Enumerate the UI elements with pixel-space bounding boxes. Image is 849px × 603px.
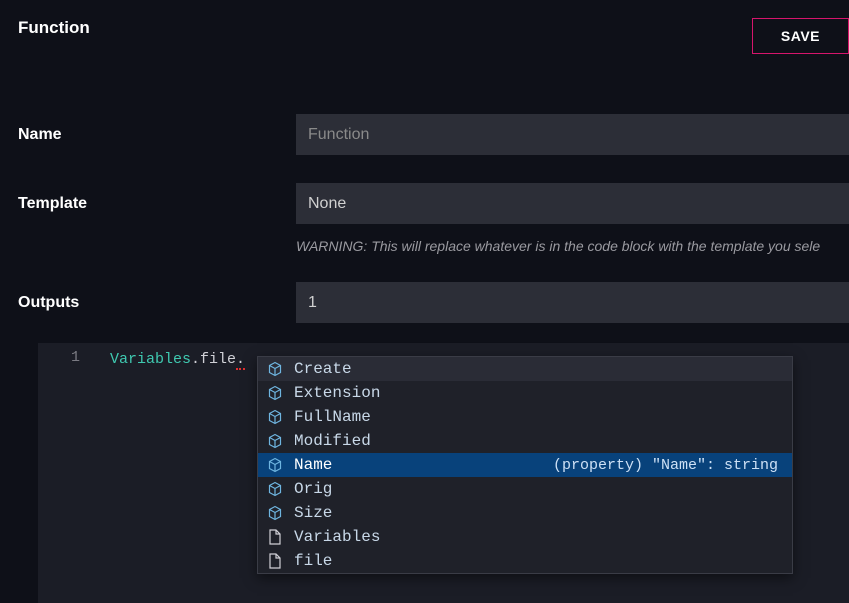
- autocomplete-item-detail: (property) "Name": string: [553, 457, 784, 474]
- cube-icon: [266, 432, 284, 450]
- token-variables: Variables: [110, 351, 191, 368]
- autocomplete-item-label: Modified: [294, 432, 371, 450]
- label-template: Template: [18, 195, 296, 213]
- row-template: Template None: [0, 183, 849, 224]
- autocomplete-item-label: Create: [294, 360, 352, 378]
- autocomplete-item-extension[interactable]: Extension: [258, 381, 792, 405]
- label-outputs: Outputs: [18, 294, 296, 312]
- cube-icon: [266, 384, 284, 402]
- file-icon: [266, 552, 284, 570]
- page-title: Function: [18, 18, 90, 38]
- autocomplete-item-label: Size: [294, 504, 332, 522]
- file-icon: [266, 528, 284, 546]
- autocomplete-item-label: Extension: [294, 384, 380, 402]
- label-name: Name: [18, 126, 296, 144]
- template-select[interactable]: None: [296, 183, 849, 224]
- name-input[interactable]: [296, 114, 849, 155]
- cube-icon: [266, 456, 284, 474]
- template-warning: WARNING: This will replace whatever is i…: [296, 238, 849, 254]
- outputs-input[interactable]: [296, 282, 849, 323]
- autocomplete-item-modified[interactable]: Modified: [258, 429, 792, 453]
- row-outputs: Outputs: [0, 282, 849, 323]
- token-dot-2: .: [236, 351, 245, 370]
- header: Function SAVE: [0, 0, 849, 54]
- autocomplete-item-label: FullName: [294, 408, 371, 426]
- autocomplete-item-label: Variables: [294, 528, 380, 546]
- autocomplete-item-label: file: [294, 552, 332, 570]
- token-file: file: [200, 351, 236, 368]
- cube-icon: [266, 360, 284, 378]
- row-name: Name: [0, 114, 849, 155]
- autocomplete-popup[interactable]: Create Extension FullName Modified Name (…: [257, 356, 793, 574]
- line-number: 1: [38, 349, 80, 366]
- autocomplete-item-size[interactable]: Size: [258, 501, 792, 525]
- token-dot: .: [191, 351, 200, 368]
- autocomplete-item-name[interactable]: Name (property) "Name": string: [258, 453, 792, 477]
- autocomplete-item-fullname[interactable]: FullName: [258, 405, 792, 429]
- autocomplete-item-variables[interactable]: Variables: [258, 525, 792, 549]
- save-button[interactable]: SAVE: [752, 18, 849, 54]
- cube-icon: [266, 480, 284, 498]
- autocomplete-item-label: Orig: [294, 480, 332, 498]
- autocomplete-item-label: Name: [294, 456, 332, 474]
- autocomplete-item-file[interactable]: file: [258, 549, 792, 573]
- template-select-value: None: [308, 195, 346, 213]
- cube-icon: [266, 504, 284, 522]
- cube-icon: [266, 408, 284, 426]
- autocomplete-item-create[interactable]: Create: [258, 357, 792, 381]
- editor-gutter: 1: [38, 343, 98, 603]
- autocomplete-item-orig[interactable]: Orig: [258, 477, 792, 501]
